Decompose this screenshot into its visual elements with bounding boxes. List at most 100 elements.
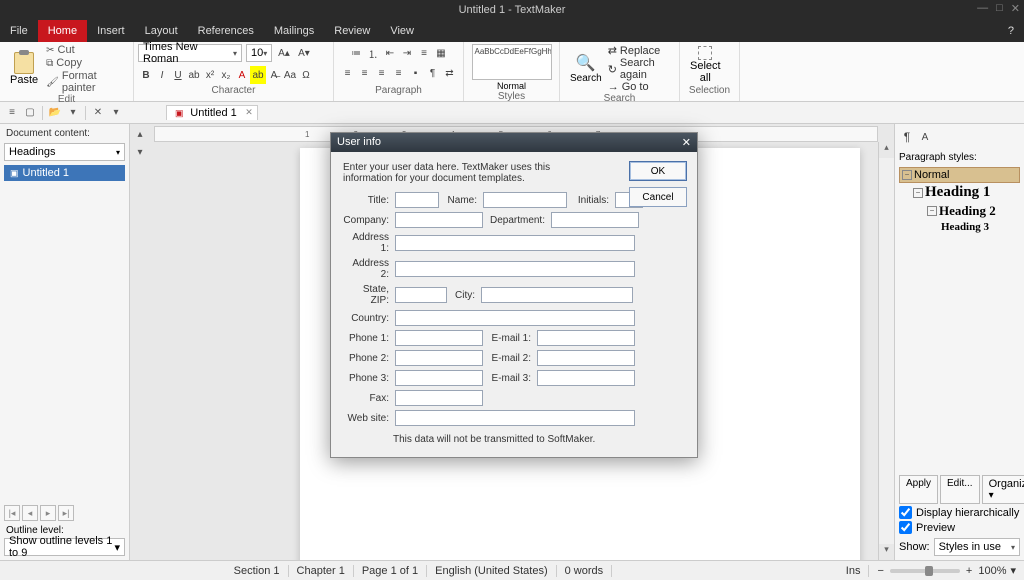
highlight-button[interactable]: ab — [250, 66, 266, 84]
inc-indent-button[interactable]: ⇥ — [399, 44, 415, 62]
collapse-icon[interactable]: − — [913, 188, 923, 198]
font-color-button[interactable]: A — [234, 66, 250, 84]
close-icon[interactable]: ✕ — [1011, 2, 1020, 15]
zoom-out-button[interactable]: − — [877, 565, 883, 577]
para-marks-button[interactable]: ¶ — [425, 64, 441, 82]
edit-style-button[interactable]: Edit... — [940, 475, 980, 504]
symbol-button[interactable]: Ω — [298, 66, 314, 84]
shrink-font-button[interactable]: A▾ — [296, 44, 312, 62]
collapse-icon[interactable]: − — [927, 206, 937, 216]
display-hierarchically-check[interactable]: Display hierarchically — [899, 506, 1020, 519]
nav-up-button[interactable]: ▴ — [132, 126, 148, 142]
style-normal[interactable]: −Normal — [899, 167, 1020, 183]
super-button[interactable]: x² — [202, 66, 218, 84]
change-case-button[interactable]: Aa — [282, 66, 298, 84]
search-button[interactable]: 🔍 Search — [564, 53, 608, 84]
content-filter-select[interactable]: Headings▾ — [4, 143, 125, 161]
font-size-combo[interactable]: 10▾ — [246, 44, 272, 62]
font-family-combo[interactable]: Times New Roman▾ — [138, 44, 242, 62]
chevron-down-icon[interactable]: ▾ — [1010, 564, 1016, 577]
style-preview[interactable]: AaBbCcDdEeFfGgHhIiJj — [472, 44, 552, 80]
document-tab[interactable]: ▣ Untitled 1 ✕ — [166, 105, 258, 120]
format-painter-button[interactable]: 🖌Format painter — [46, 70, 129, 94]
chevron-down-icon[interactable]: ▾ — [108, 105, 124, 121]
zoom-in-button[interactable]: + — [966, 565, 972, 577]
cut-button[interactable]: ✂Cut — [46, 44, 129, 56]
open-button[interactable]: 📂 — [47, 105, 63, 121]
tab-insert[interactable]: Insert — [87, 20, 135, 42]
tab-button[interactable]: ⇄ — [442, 64, 458, 82]
nav-prev-button[interactable]: ◂ — [22, 505, 38, 521]
align-center-button[interactable]: ≡ — [357, 64, 373, 82]
numbering-button[interactable]: ⒈ — [365, 44, 381, 62]
status-insert-mode[interactable]: Ins — [838, 565, 870, 577]
nav-next-button[interactable]: ▸ — [40, 505, 56, 521]
align-left-button[interactable]: ≡ — [340, 64, 356, 82]
nav-down-button[interactable]: ▾ — [132, 144, 148, 160]
status-section[interactable]: Section 1 — [226, 565, 289, 577]
align-right-button[interactable]: ≡ — [374, 64, 390, 82]
clear-format-button[interactable]: A̶ — [266, 66, 282, 84]
tab-review[interactable]: Review — [324, 20, 380, 42]
status-language[interactable]: English (United States) — [427, 565, 557, 577]
replace-button[interactable]: ⇄Replace — [608, 44, 675, 57]
horizontal-ruler[interactable]: 1234567 — [154, 126, 878, 142]
style-heading-2[interactable]: −Heading 2 — [899, 202, 1020, 220]
copy-icon: ⧉ — [46, 58, 53, 69]
nav-first-button[interactable]: |◂ — [4, 505, 20, 521]
new-button[interactable]: ▢ — [22, 105, 38, 121]
close-tab-button[interactable]: ✕ — [245, 107, 253, 118]
tab-references[interactable]: References — [188, 20, 264, 42]
new-doc-button[interactable]: ≡ — [4, 105, 20, 121]
apply-button[interactable]: Apply — [899, 475, 938, 504]
dec-indent-button[interactable]: ⇤ — [382, 44, 398, 62]
goto-button[interactable]: →Go to — [608, 81, 675, 93]
style-heading-3[interactable]: Heading 3 — [899, 220, 1020, 234]
italic-button[interactable]: I — [154, 66, 170, 84]
tab-view[interactable]: View — [380, 20, 424, 42]
bold-button[interactable]: B — [138, 66, 154, 84]
tab-file[interactable]: File — [0, 20, 38, 42]
search-again-button[interactable]: ↻Search again — [608, 57, 675, 81]
pilcrow-icon[interactable]: ¶ — [899, 128, 915, 146]
paste-button[interactable]: Paste — [4, 52, 44, 86]
sub-button[interactable]: x₂ — [218, 66, 234, 84]
group-label-edit: Edit — [4, 94, 129, 105]
tab-layout[interactable]: Layout — [135, 20, 188, 42]
justify-button[interactable]: ≡ — [391, 64, 407, 82]
page[interactable] — [300, 148, 860, 560]
nav-last-button[interactable]: ▸| — [58, 505, 74, 521]
bullets-button[interactable]: ≔ — [348, 44, 364, 62]
line-spacing-button[interactable]: ≡ — [416, 44, 432, 62]
collapse-icon[interactable]: − — [902, 170, 912, 180]
shading-button[interactable]: ▪ — [408, 64, 424, 82]
status-chapter[interactable]: Chapter 1 — [289, 565, 354, 577]
organize-button[interactable]: Organize ▾ — [982, 475, 1024, 504]
zoom-value[interactable]: 100% — [978, 565, 1006, 577]
border-button[interactable]: ▦ — [433, 44, 449, 62]
help-button[interactable]: ? — [998, 20, 1024, 42]
tab-mailings[interactable]: Mailings — [264, 20, 324, 42]
select-all-button[interactable]: Select all — [684, 46, 727, 84]
preview-check[interactable]: Preview — [899, 521, 1020, 534]
show-styles-select[interactable]: Styles in use▾ — [934, 538, 1020, 556]
copy-button[interactable]: ⧉Copy — [46, 57, 129, 69]
chevron-down-icon[interactable]: ▾ — [65, 105, 81, 121]
status-wordcount[interactable]: 0 words — [557, 565, 613, 577]
chevron-down-icon: ▾ — [1011, 543, 1015, 552]
grow-font-button[interactable]: A▴ — [276, 44, 292, 62]
strike-button[interactable]: ab — [186, 66, 202, 84]
char-style-icon[interactable]: A — [917, 128, 933, 146]
status-page[interactable]: Page 1 of 1 — [354, 565, 427, 577]
maximize-icon[interactable]: □ — [996, 2, 1003, 15]
minimize-icon[interactable]: — — [977, 2, 988, 15]
tab-home[interactable]: Home — [38, 20, 87, 42]
outline-item[interactable]: ▣Untitled 1 — [4, 165, 125, 181]
underline-button[interactable]: U — [170, 66, 186, 84]
outline-level-select[interactable]: Show outline levels 1 to 9▾ — [4, 538, 125, 556]
styles-panel: ¶ A Paragraph styles: −Normal −Heading 1… — [894, 124, 1024, 560]
zoom-slider[interactable] — [890, 569, 960, 573]
close-doc-button[interactable]: ✕ — [90, 105, 106, 121]
vertical-scrollbar[interactable]: ▴▾ — [878, 142, 894, 560]
style-heading-1[interactable]: −Heading 1 — [899, 183, 1020, 202]
